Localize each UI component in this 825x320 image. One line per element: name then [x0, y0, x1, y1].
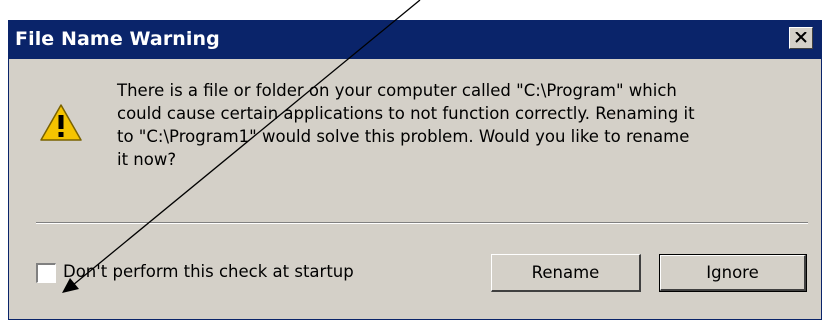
- close-button[interactable]: [789, 27, 813, 49]
- ignore-button[interactable]: Ignore: [659, 254, 807, 292]
- close-icon: [795, 32, 807, 43]
- startup-check-checkbox[interactable]: [36, 263, 56, 283]
- startup-check-label[interactable]: Don't perform this check at startup: [63, 262, 354, 281]
- message-line: to "C:\Program1" would solve this proble…: [117, 127, 690, 146]
- warning-icon: [40, 104, 82, 141]
- rename-button[interactable]: Rename: [491, 254, 641, 292]
- title-bar: File Name Warning: [9, 21, 821, 59]
- warning-message: There is a file or folder on your comput…: [117, 79, 797, 171]
- message-line: There is a file or folder on your comput…: [117, 81, 677, 100]
- file-name-warning-dialog: File Name Warning There is a file or fol…: [8, 20, 822, 320]
- message-line: it now?: [117, 150, 177, 169]
- ignore-button-label: Ignore: [660, 255, 806, 291]
- dialog-title: File Name Warning: [15, 28, 220, 50]
- separator: [36, 222, 808, 224]
- screenshot-stage: File Name Warning There is a file or fol…: [0, 0, 825, 320]
- message-line: could cause certain applications to not …: [117, 104, 695, 123]
